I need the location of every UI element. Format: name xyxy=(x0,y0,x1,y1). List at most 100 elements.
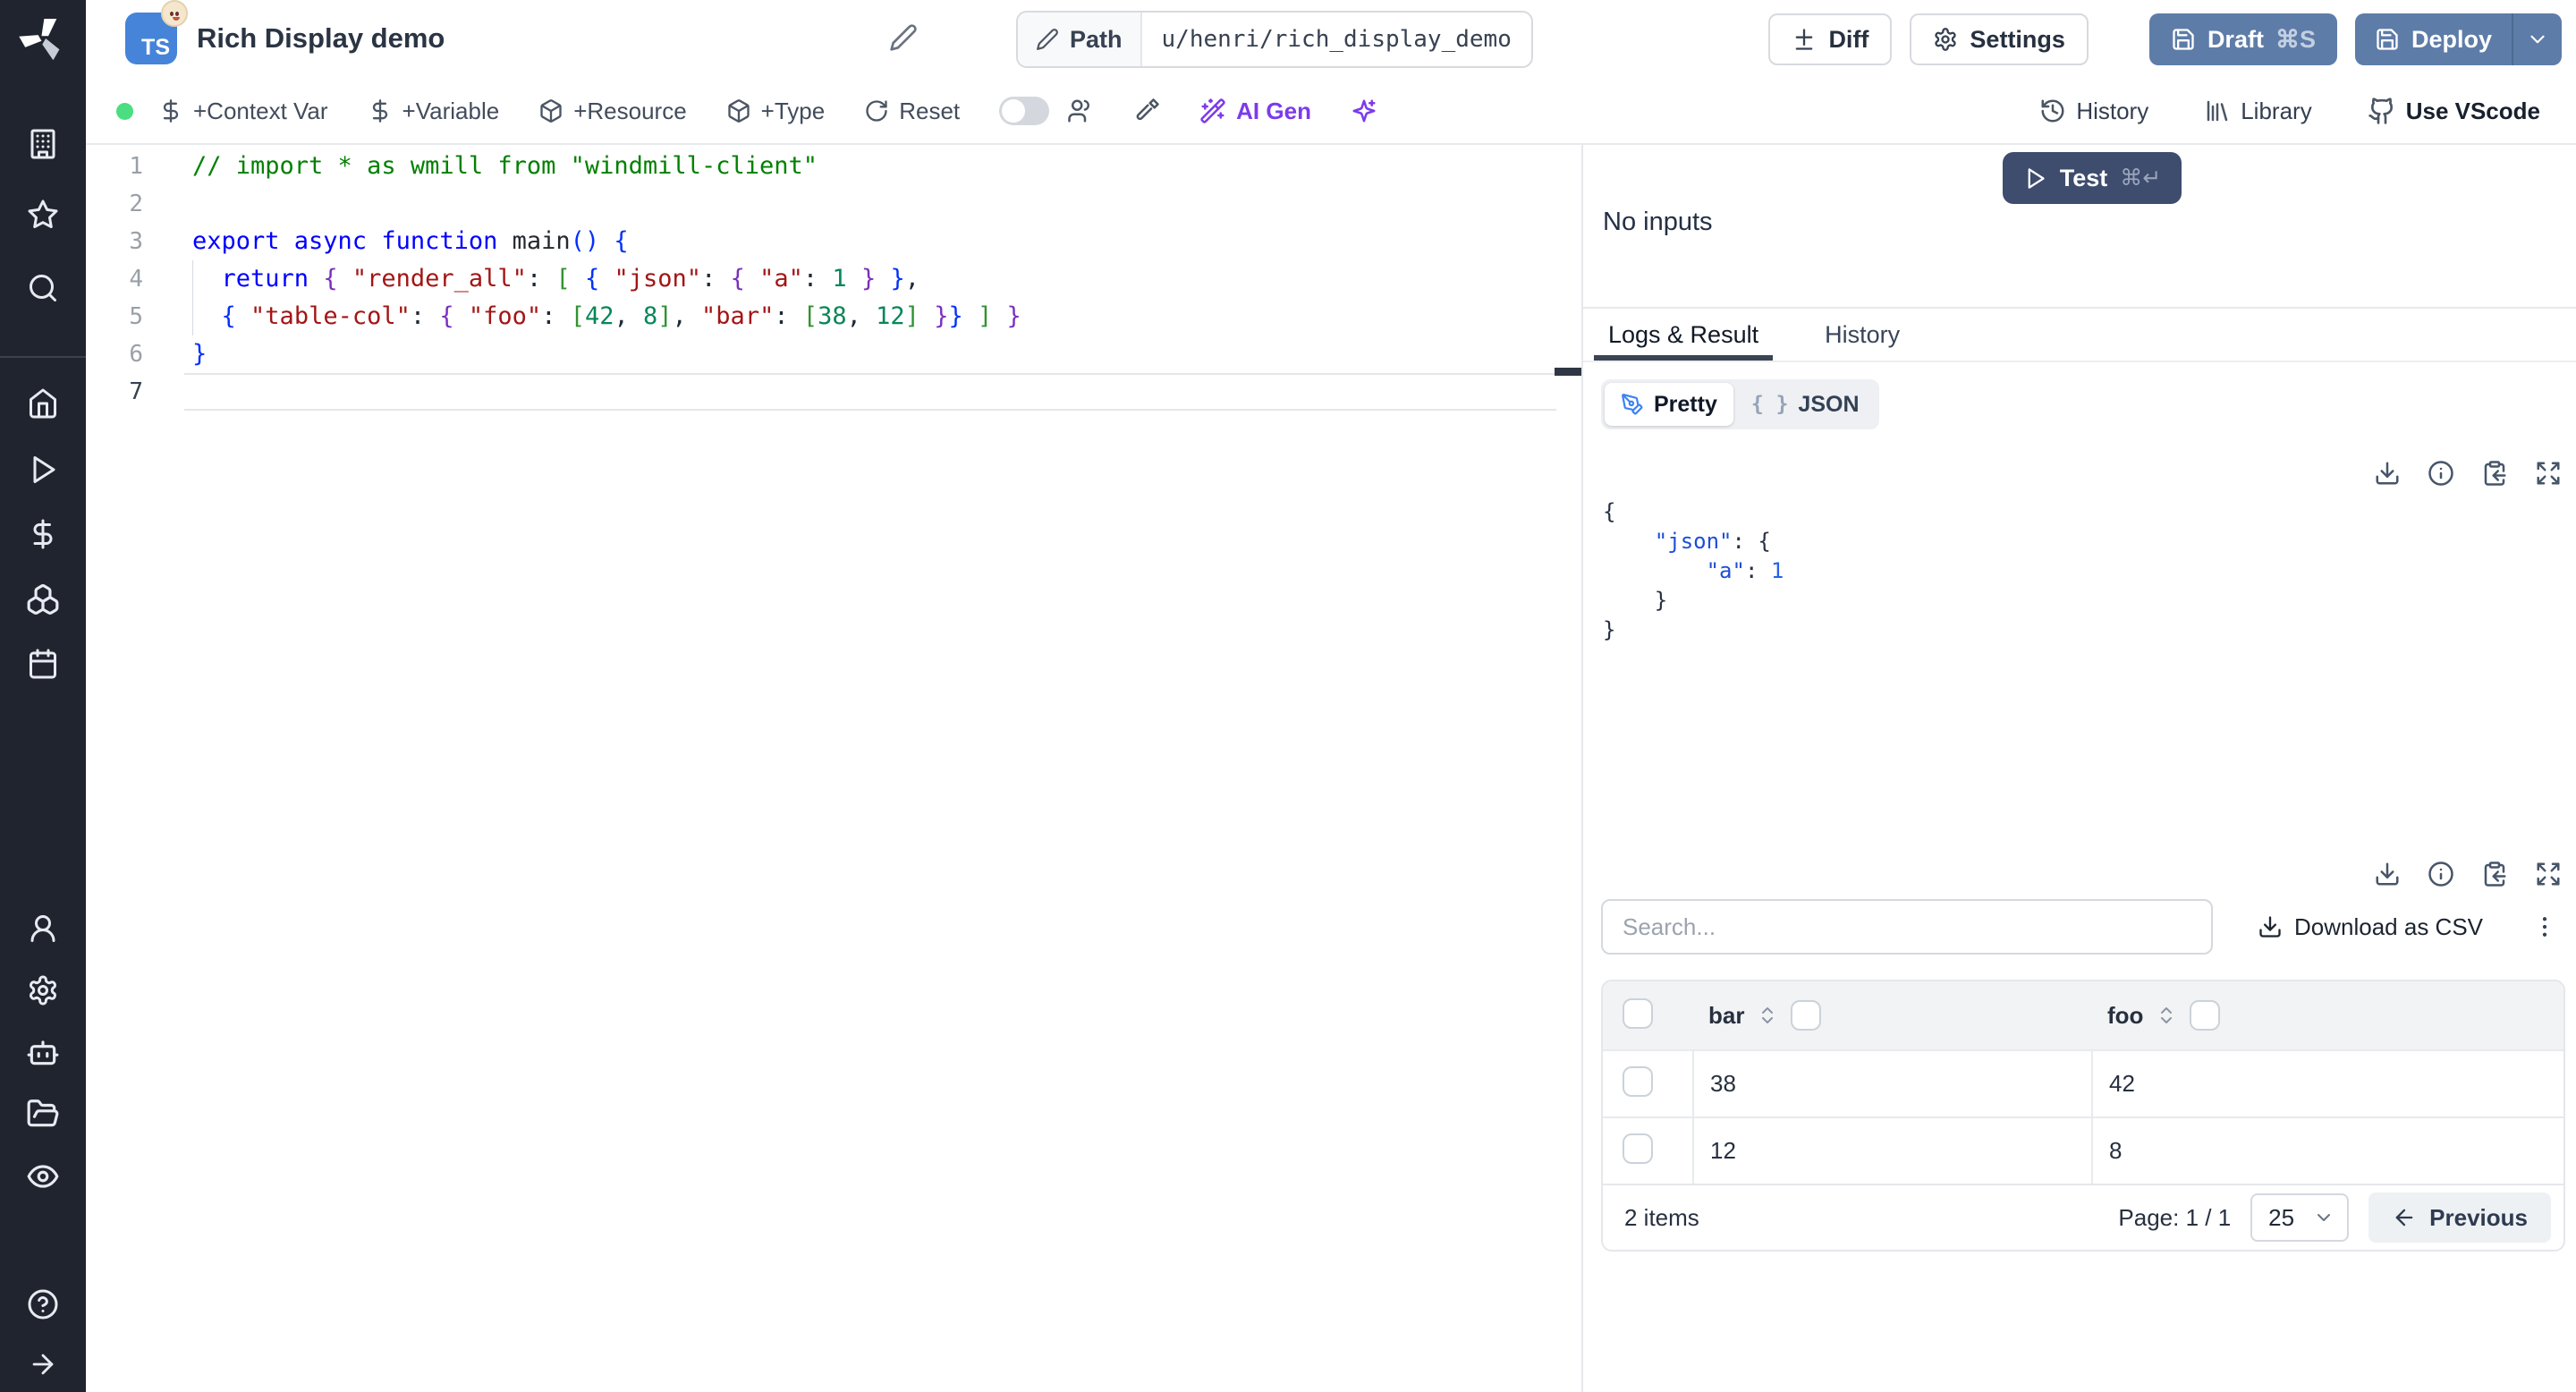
column-foo-checkbox[interactable] xyxy=(2190,1000,2221,1031)
history-button[interactable]: History xyxy=(2039,98,2148,125)
variables-dollar-icon[interactable] xyxy=(27,518,59,550)
test-button[interactable]: Test ⌘↵ xyxy=(2003,152,2182,204)
info-icon[interactable] xyxy=(2428,460,2454,487)
line-number: 4 xyxy=(129,266,143,293)
result-view-switch: Pretty { } JSON xyxy=(1601,379,1879,429)
result-json-line: "a": 1 xyxy=(1706,558,1784,583)
download-table-icon[interactable] xyxy=(2374,861,2401,887)
add-resource-button[interactable]: +Resource xyxy=(538,98,687,125)
dollar-icon xyxy=(163,99,179,123)
splitter-handle[interactable] xyxy=(1555,368,1581,376)
resources-boxes-icon[interactable] xyxy=(26,582,60,616)
sort-icon[interactable] xyxy=(2156,1005,2177,1026)
code-line-2[interactable]: 2 xyxy=(86,185,1581,223)
copy-result-icon[interactable] xyxy=(2481,460,2508,487)
sidebar xyxy=(0,0,86,1392)
deploy-button[interactable]: Deploy xyxy=(2355,13,2512,65)
info-icon[interactable] xyxy=(2428,861,2454,887)
library-button[interactable]: Library xyxy=(2204,98,2312,125)
table-menu-kebab-icon[interactable] xyxy=(2528,910,2562,944)
column-bar-checkbox[interactable] xyxy=(1791,1000,1822,1031)
code-line-3[interactable]: 3 export async function main() { xyxy=(86,223,1581,260)
previous-page-button[interactable]: Previous xyxy=(2368,1193,2551,1243)
add-type-button[interactable]: +Type xyxy=(726,98,825,125)
sort-icon[interactable] xyxy=(1757,1005,1778,1026)
line-content[interactable] xyxy=(184,185,1556,223)
user-icon[interactable] xyxy=(27,912,59,945)
view-pretty-button[interactable]: Pretty xyxy=(1605,383,1733,426)
expand-table-icon[interactable] xyxy=(2535,861,2562,887)
chevron-down-icon xyxy=(2530,35,2545,44)
assistant-toggle[interactable] xyxy=(999,97,1050,125)
help-icon[interactable] xyxy=(27,1288,59,1320)
tab-history[interactable]: History xyxy=(1810,309,1914,361)
code-editor[interactable]: 1 // import * as wmill from "windmill-cli… xyxy=(86,145,1581,1392)
draft-button[interactable]: Draft ⌘S xyxy=(2148,13,2337,65)
line-number: 1 xyxy=(129,153,143,180)
code-line-5[interactable]: 5 { "table-col": { "foo": [42, 8], "bar"… xyxy=(86,298,1581,335)
tab-logs-result[interactable]: Logs & Result xyxy=(1594,309,1773,361)
edit-title-pencil-icon[interactable] xyxy=(889,23,918,52)
code-line-7[interactable]: 7 xyxy=(86,373,1581,411)
deploy-dropdown-button[interactable] xyxy=(2513,13,2562,65)
wand-sparkles-icon xyxy=(1200,98,1225,123)
code-line-4[interactable]: 4 return { "render_all": [ { "json": { "… xyxy=(86,260,1581,298)
reset-button[interactable]: Reset xyxy=(864,98,960,125)
workers-bot-icon[interactable] xyxy=(26,1035,60,1069)
audit-eye-icon[interactable] xyxy=(26,1159,60,1193)
folders-icon[interactable] xyxy=(26,1097,60,1131)
download-result-icon[interactable] xyxy=(2374,460,2401,487)
path-field[interactable]: Path u/henri/rich_display_demo xyxy=(1016,11,1533,68)
row-checkbox[interactable] xyxy=(1623,1066,1653,1097)
result-json-line: { xyxy=(1603,499,1616,524)
diff-button[interactable]: Diff xyxy=(1768,13,1893,65)
add-variable-button[interactable]: +Variable xyxy=(368,98,499,125)
page-size-select[interactable]: 25 xyxy=(2250,1193,2350,1242)
line-content[interactable]: export async function main() { xyxy=(184,223,1556,260)
add-context-var-button[interactable]: +Context Var xyxy=(158,98,328,125)
header: TS Rich Display demo Path u/henri/rich_d… xyxy=(86,0,2576,79)
code-line-6[interactable]: 6} xyxy=(86,335,1581,373)
column-header-foo[interactable]: foo xyxy=(2107,1002,2143,1030)
select-all-checkbox[interactable] xyxy=(1623,997,1653,1029)
expand-result-icon[interactable] xyxy=(2535,460,2562,487)
library-icon xyxy=(2207,100,2228,122)
row-checkbox[interactable] xyxy=(1623,1133,1653,1164)
runs-play-icon[interactable] xyxy=(27,454,59,486)
download-csv-button[interactable]: Download as CSV xyxy=(2258,913,2483,941)
line-content[interactable]: return { "render_all": [ { "json": { "a"… xyxy=(184,260,1556,298)
line-content[interactable] xyxy=(184,373,1556,411)
windmill-logo-icon[interactable] xyxy=(19,14,67,63)
settings-gear-icon[interactable] xyxy=(27,974,59,1006)
dollar-icon xyxy=(372,99,387,123)
copy-table-icon[interactable] xyxy=(2481,861,2508,887)
line-content[interactable]: // import * as wmill from "windmill-clie… xyxy=(184,148,1556,185)
result-json-line: "json": { xyxy=(1654,529,1771,554)
column-header-bar[interactable]: bar xyxy=(1708,1002,1744,1030)
table-row: 12 8 xyxy=(1603,1116,2563,1184)
code-line-1[interactable]: 1 // import * as wmill from "windmill-cli… xyxy=(86,148,1581,185)
draft-shortcut: ⌘S xyxy=(2275,25,2316,53)
path-value[interactable]: u/henri/rich_display_demo xyxy=(1142,13,1531,66)
collaborators-button[interactable] xyxy=(1067,98,1094,124)
schedules-calendar-icon[interactable] xyxy=(27,648,59,680)
search-icon[interactable] xyxy=(27,272,59,304)
search-input[interactable] xyxy=(1601,899,2213,955)
expand-sidebar-arrow-icon[interactable] xyxy=(28,1349,58,1379)
view-json-button[interactable]: { } JSON xyxy=(1735,383,1876,426)
line-content[interactable]: { "table-col": { "foo": [42, 8], "bar": … xyxy=(184,298,1556,335)
settings-gear-icon xyxy=(1935,28,1957,51)
line-content[interactable]: } xyxy=(184,335,1556,373)
table-actions xyxy=(2374,861,2562,887)
ai-gen-button[interactable]: AI Gen xyxy=(1199,98,1311,125)
settings-button[interactable]: Settings xyxy=(1910,13,2089,65)
format-code-button[interactable] xyxy=(1133,98,1160,124)
table-toolbar: Download as CSV xyxy=(1601,899,2562,955)
use-vscode-button[interactable]: Use VScode xyxy=(2368,97,2540,125)
ai-autocomplete-sparkles-icon[interactable] xyxy=(1351,98,1377,124)
home-icon[interactable] xyxy=(27,387,59,420)
building-icon[interactable] xyxy=(27,128,59,160)
save-icon xyxy=(2173,29,2194,50)
no-inputs-label: No inputs xyxy=(1603,208,1713,236)
star-icon[interactable] xyxy=(27,199,59,231)
